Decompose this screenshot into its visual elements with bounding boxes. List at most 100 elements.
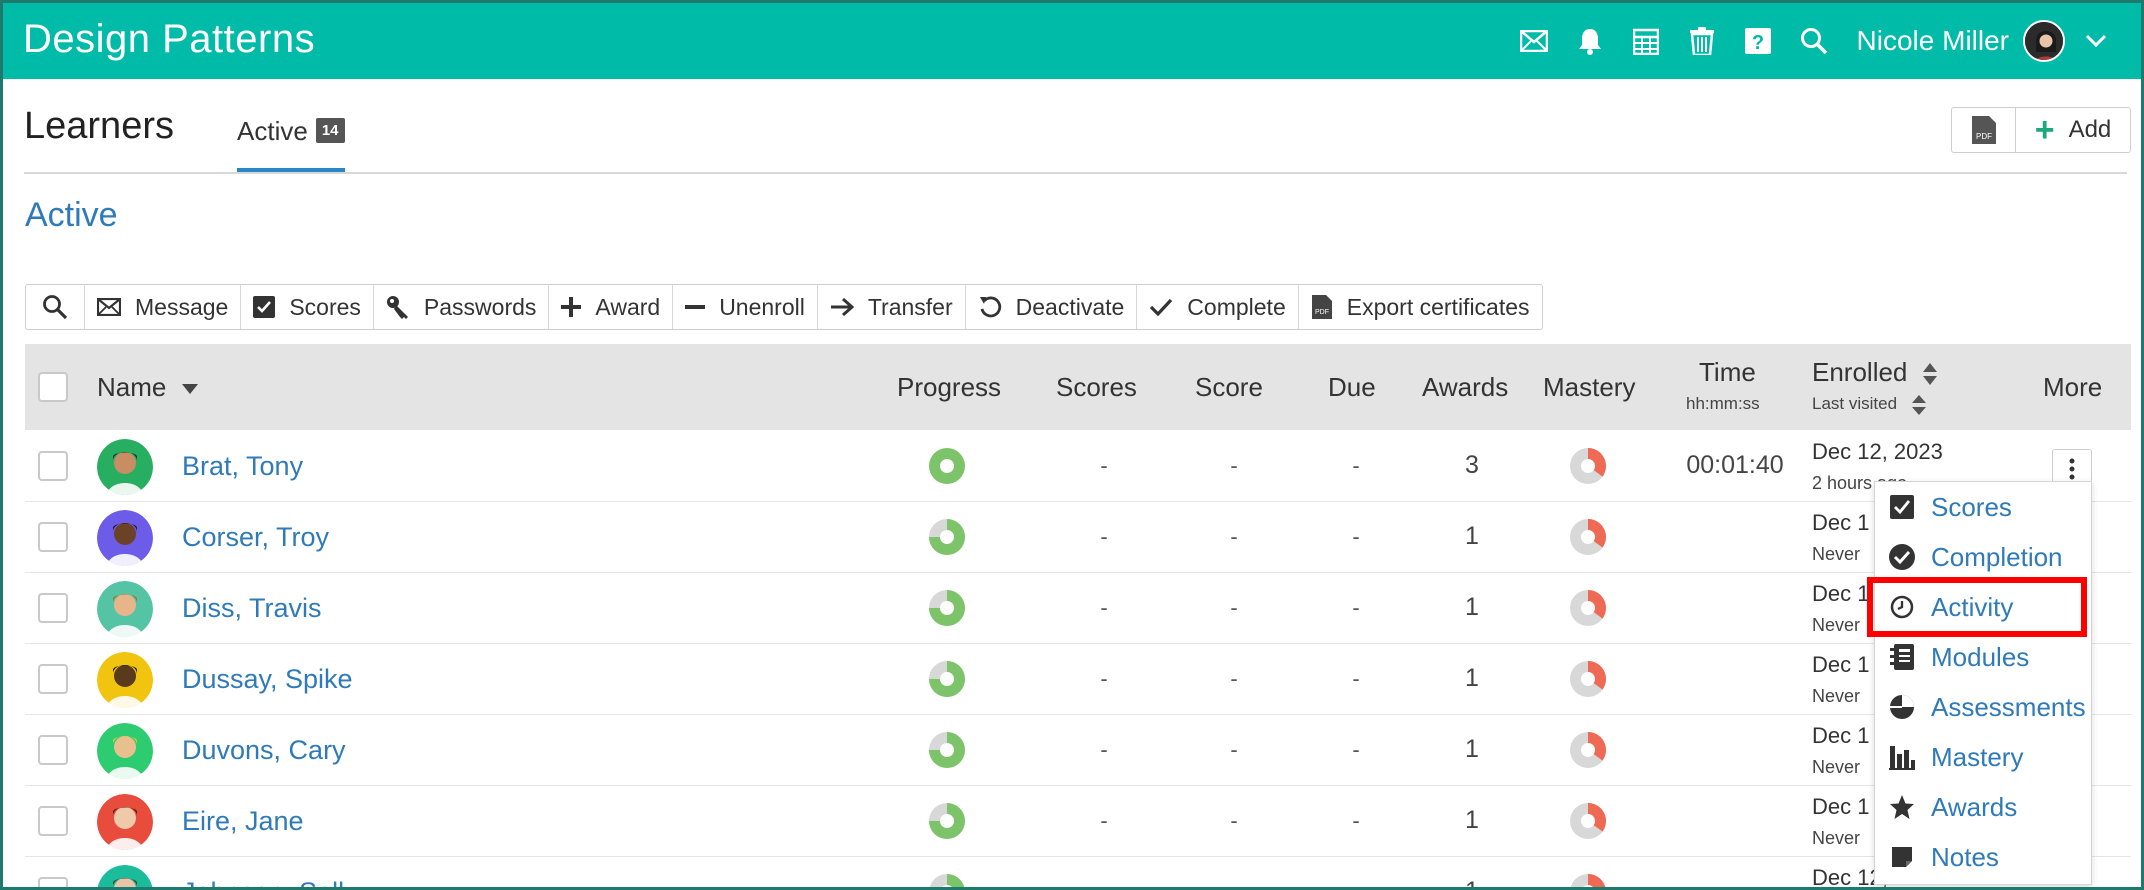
mastery-pie[interactable] — [1568, 659, 1608, 699]
awards-cell[interactable]: 1 — [1452, 735, 1492, 764]
learner-name-link[interactable]: Corser, Troy — [182, 522, 329, 553]
more-menu: Scores Completion Activity Modules Asses… — [1874, 481, 2092, 885]
sort-icon — [1922, 363, 1937, 386]
tab-active[interactable]: Active 14 — [237, 111, 345, 173]
calendar-icon[interactable] — [1631, 26, 1661, 56]
mastery-pie[interactable] — [1568, 872, 1608, 887]
mastery-pie[interactable] — [1568, 730, 1608, 770]
progress-pie[interactable] — [927, 730, 967, 770]
progress-pie[interactable] — [927, 659, 967, 699]
sort-icon — [1911, 394, 1926, 415]
check-icon — [1149, 297, 1173, 317]
avatar — [97, 510, 153, 566]
menu-item-assessments[interactable]: Assessments — [1875, 682, 2091, 732]
due-cell: - — [1346, 879, 1366, 887]
progress-pie[interactable] — [927, 801, 967, 841]
add-button[interactable]: + Add — [2016, 113, 2130, 147]
menu-item-mastery[interactable]: Mastery — [1875, 732, 2091, 782]
undo-icon — [978, 295, 1002, 319]
menu-item-scores[interactable]: Scores — [1875, 482, 2091, 532]
avatar — [97, 723, 153, 779]
user-name[interactable]: Nicole Miller — [1857, 25, 2009, 57]
user-avatar[interactable] — [2023, 20, 2065, 62]
progress-pie[interactable] — [927, 872, 967, 887]
mail-icon[interactable] — [1519, 26, 1549, 56]
table-row: Dussay, Spike - - - 1 Dec 1 Never — [25, 644, 2131, 715]
complete-label: Complete — [1187, 293, 1286, 320]
col-enrolled-header[interactable]: Enrolled — [1812, 357, 1937, 388]
menu-item-modules[interactable]: Modules — [1875, 632, 2091, 682]
complete-button[interactable]: Complete — [1137, 285, 1299, 329]
award-button[interactable]: Award — [549, 285, 674, 329]
row-checkbox[interactable] — [38, 877, 68, 887]
col-last-visited-header[interactable]: Last visited — [1812, 394, 1926, 415]
menu-item-awards[interactable]: Awards — [1875, 782, 2091, 832]
transfer-button[interactable]: Transfer — [818, 285, 966, 329]
export-certificates-label: Export certificates — [1346, 293, 1530, 320]
row-checkbox[interactable] — [38, 451, 68, 481]
assessments-icon — [1887, 692, 1917, 722]
chevron-down-icon[interactable] — [2081, 26, 2111, 56]
add-label: Add — [2068, 116, 2112, 143]
learner-name-link[interactable]: Johnson, Sally — [182, 877, 358, 887]
progress-pie[interactable] — [927, 588, 967, 628]
search-icon[interactable] — [1799, 26, 1829, 56]
score-cell: - — [1224, 879, 1244, 887]
row-checkbox[interactable] — [38, 522, 68, 552]
awards-cell[interactable]: 1 — [1452, 877, 1492, 887]
awards-cell[interactable]: 1 — [1452, 664, 1492, 693]
trash-icon[interactable] — [1687, 26, 1717, 56]
scores-button[interactable]: Scores — [241, 285, 374, 329]
mastery-pie[interactable] — [1568, 801, 1608, 841]
mastery-pie[interactable] — [1568, 446, 1608, 486]
menu-item-notes[interactable]: Notes — [1875, 832, 2091, 882]
learner-name-link[interactable]: Diss, Travis — [182, 593, 322, 624]
unenroll-button[interactable]: Unenroll — [673, 285, 818, 329]
learner-name-link[interactable]: Brat, Tony — [182, 451, 303, 482]
pdf-icon: PDF — [1971, 116, 1996, 144]
table-row: Eire, Jane - - - 1 Dec 1 Never — [25, 786, 2131, 857]
awards-cell[interactable]: 3 — [1452, 451, 1492, 480]
minus-icon — [685, 297, 706, 317]
passwords-button[interactable]: Passwords — [374, 285, 550, 329]
export-certificates-button[interactable]: PDF Export certificates — [1299, 285, 1542, 329]
row-checkbox[interactable] — [38, 593, 68, 623]
score-cell: - — [1230, 666, 1238, 691]
learner-name-link[interactable]: Eire, Jane — [182, 806, 304, 837]
scores-cell: - — [1100, 595, 1108, 620]
last-visited: Never — [1812, 757, 1861, 777]
menu-label-assessments: Assessments — [1931, 691, 2086, 722]
app-title: Design Patterns — [23, 17, 316, 61]
row-checkbox[interactable] — [38, 806, 68, 836]
col-name-header[interactable]: Name — [97, 372, 198, 403]
awards-cell[interactable]: 1 — [1452, 522, 1492, 551]
progress-pie[interactable] — [927, 517, 967, 557]
scores-cell: - — [1100, 808, 1108, 833]
menu-item-completion[interactable]: Completion — [1875, 532, 2091, 582]
progress-pie[interactable] — [927, 446, 967, 486]
row-checkbox[interactable] — [38, 664, 68, 694]
learner-name-link[interactable]: Duvons, Cary — [182, 735, 346, 766]
pdf-icon: PDF — [1311, 294, 1333, 320]
search-button[interactable] — [26, 285, 85, 329]
time-cell: 00:01:40 — [1686, 451, 1784, 479]
mastery-pie[interactable] — [1568, 517, 1608, 557]
bell-icon[interactable] — [1575, 26, 1605, 56]
awards-cell[interactable]: 1 — [1452, 806, 1492, 835]
checkbox-icon — [253, 296, 276, 318]
key-icon — [386, 295, 410, 319]
learner-name-link[interactable]: Dussay, Spike — [182, 664, 353, 695]
deactivate-button[interactable]: Deactivate — [966, 285, 1138, 329]
select-all-checkbox[interactable] — [38, 372, 68, 402]
menu-label-notes: Notes — [1931, 841, 1999, 872]
message-button[interactable]: Message — [85, 285, 242, 329]
score-cell: - — [1230, 595, 1238, 620]
export-pdf-button[interactable]: PDF — [1952, 108, 2016, 152]
transfer-label: Transfer — [867, 293, 953, 320]
sort-down-icon — [181, 384, 198, 395]
envelope-icon — [97, 298, 121, 316]
row-checkbox[interactable] — [38, 735, 68, 765]
awards-cell[interactable]: 1 — [1452, 593, 1492, 622]
mastery-pie[interactable] — [1568, 588, 1608, 628]
help-icon[interactable]: ? — [1743, 26, 1773, 56]
